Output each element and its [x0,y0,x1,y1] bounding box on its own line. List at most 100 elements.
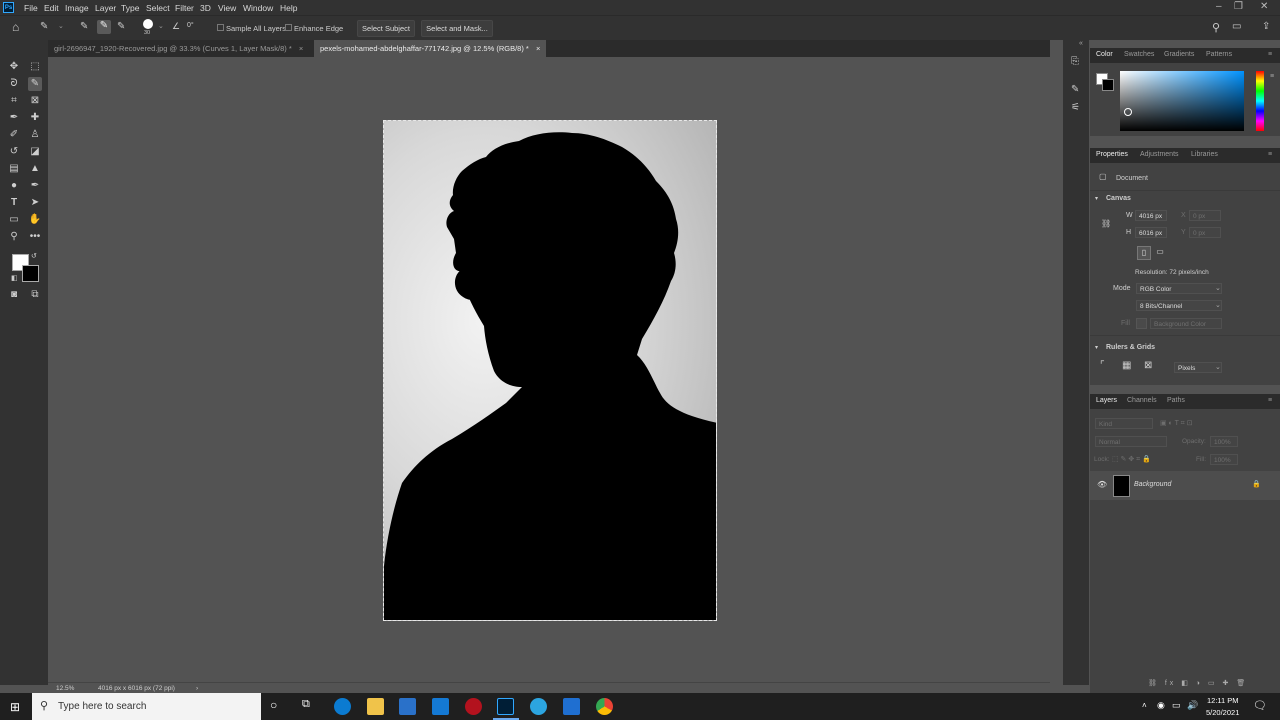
fill-opacity-field[interactable]: 100% [1210,454,1238,465]
lock-icons[interactable]: ⬚ ✎ ✥ ⌗ 🔒 [1112,455,1151,464]
tab-adjustments[interactable]: Adjustments [1140,151,1179,158]
minimize-icon[interactable]: – [1216,1,1222,12]
tab-document-2[interactable]: pexels-mohamed-abdelghaffar-771742.jpg @… [314,40,547,57]
close-tab-icon[interactable]: × [299,44,303,53]
frame-tool-icon[interactable]: ⊠ [28,94,42,108]
filter-type-icons[interactable]: ▣ ◐ T ⌗ ⊡ [1160,419,1192,428]
tab-patterns[interactable]: Patterns [1206,51,1232,58]
marquee-tool-icon[interactable]: ⬚ [28,60,42,74]
brush-chevron-icon[interactable]: ⌄ [158,22,164,30]
screen-mode-icon[interactable]: ⧉ [28,288,42,302]
depth-chevron-icon[interactable]: ⌄ [1215,301,1221,309]
color-picker-marker[interactable] [1124,108,1132,116]
default-colors-icon[interactable]: ◧ [11,274,18,282]
crop-tool-icon[interactable]: ⌗ [7,94,21,108]
hand-tool-icon[interactable]: ✋ [28,213,42,227]
quick-selection-tool-icon[interactable]: ✎ [28,77,42,91]
share-icon[interactable]: ⇪ [1262,21,1270,32]
menu-file[interactable]: File [24,3,38,13]
home-icon[interactable]: ⌂ [12,20,19,34]
store-icon[interactable] [399,698,416,715]
edge-icon[interactable] [334,698,351,715]
tab-paths[interactable]: Paths [1167,397,1185,404]
hue-slider[interactable] [1256,71,1264,131]
dodge-tool-icon[interactable]: ● [7,179,21,193]
tab-color[interactable]: Color [1096,51,1113,58]
document-canvas[interactable] [383,120,717,621]
history-panel-icon[interactable]: ⎘ [1071,56,1079,67]
antivirus-icon[interactable] [465,698,482,715]
telegram-icon[interactable] [530,698,547,715]
opacity-field[interactable]: 100% [1210,436,1238,447]
chrome-icon[interactable] [596,698,613,715]
file-explorer-icon[interactable] [367,698,384,715]
tab-swatches[interactable]: Swatches [1124,51,1154,58]
brush-tool-icon[interactable]: ✐ [7,128,21,142]
gradient-tool-icon[interactable]: ▤ [7,162,21,176]
brush-preview-icon[interactable] [143,19,153,29]
portrait-icon[interactable]: ▯ [1137,246,1151,260]
canvas-collapse-icon[interactable]: ▾ [1095,195,1098,202]
adjust-panel-icon[interactable]: ⚟ [1071,102,1080,113]
workspace-icon[interactable]: ▭ [1232,21,1241,32]
menu-layer[interactable]: Layer [95,3,116,13]
type-tool-icon[interactable]: T [7,196,21,210]
angle-value[interactable]: 0° [187,22,194,29]
layer-name[interactable]: Background [1134,481,1171,488]
color-field[interactable] [1120,71,1244,131]
status-arrow-icon[interactable]: › [196,685,198,692]
tab-gradients[interactable]: Gradients [1164,51,1194,58]
pen-tool-icon[interactable]: ✒ [28,179,42,193]
tab-channels[interactable]: Channels [1127,397,1157,404]
search-icon[interactable]: ⚲ [1212,21,1220,34]
chevron-down-icon[interactable]: ⌄ [58,22,64,30]
task-view-icon[interactable]: ⧉ [302,698,310,711]
mode-chevron-icon[interactable]: ⌄ [1215,284,1221,292]
notification-icon[interactable]: 🗨 [1253,699,1267,712]
background-color-swatch[interactable] [22,265,39,282]
rulers-section-title[interactable]: Rulers & Grids [1106,344,1155,351]
more-tools-icon[interactable]: ••• [28,230,42,244]
lasso-tool-icon[interactable]: ᘐ [7,77,21,91]
clone-stamp-tool-icon[interactable]: ♙ [28,128,42,142]
bg-color-chip[interactable] [1102,79,1114,91]
select-and-mask-button[interactable]: Select and Mask... [421,20,493,37]
tab-layers[interactable]: Layers [1096,397,1117,404]
menu-window[interactable]: Window [243,3,273,13]
canvas-section-title[interactable]: Canvas [1106,195,1131,202]
path-selection-tool-icon[interactable]: ➤ [28,196,42,210]
eyedropper-tool-icon[interactable]: ✒ [7,111,21,125]
cortana-icon[interactable]: ○ [270,698,277,712]
landscape-icon[interactable]: ▭ [1154,246,1166,258]
sample-all-layers-checkbox[interactable] [217,24,224,31]
menu-filter[interactable]: Filter [175,3,194,13]
layer-filter-select[interactable]: Kind [1095,418,1153,429]
color-panel-menu-icon[interactable]: ≡ [1270,73,1274,80]
menu-edit[interactable]: Edit [44,3,59,13]
add-to-selection-icon[interactable]: ✎ [97,20,111,34]
rulers-collapse-icon[interactable]: ▾ [1095,344,1098,351]
menu-3d[interactable]: 3D [200,3,211,13]
taskbar-search[interactable]: ⚲ Type here to search [32,693,261,720]
blend-mode-select[interactable]: Normal [1095,436,1167,447]
layers-menu-icon[interactable]: ≡ [1268,397,1272,404]
tab-properties[interactable]: Properties [1096,151,1128,158]
move-tool-icon[interactable]: ✥ [7,60,21,74]
select-subject-button[interactable]: Select Subject [357,20,415,37]
menu-type[interactable]: Type [121,3,139,13]
menu-select[interactable]: Select [146,3,170,13]
layer-row[interactable]: 👁 Background 🔒 [1090,471,1280,500]
photoshop-taskbar-icon[interactable] [497,698,514,715]
clock-time[interactable]: 12:11 PM [1207,696,1239,705]
blur-tool-icon[interactable]: ▲ [28,162,42,176]
link-icon[interactable]: ⛓ [1101,219,1111,228]
zoom-level[interactable]: 12.5% [56,685,74,692]
photoshop-logo[interactable]: Ps [3,2,14,13]
width-field[interactable]: 4016 px [1135,210,1167,221]
swap-colors-icon[interactable]: ↺ [31,252,37,260]
collapse-panels-icon[interactable]: « [1079,40,1083,47]
tab-document-1[interactable]: girl-2696947_1920-Recovered.jpg @ 33.3% … [48,40,310,57]
layer-action-icons[interactable]: ⛓ fx ◧ ◑ ▭ ✚ 🗑 [1148,679,1248,687]
tray-chevron-icon[interactable]: ˄ [1142,701,1147,710]
enhance-edge-checkbox[interactable] [285,24,292,31]
